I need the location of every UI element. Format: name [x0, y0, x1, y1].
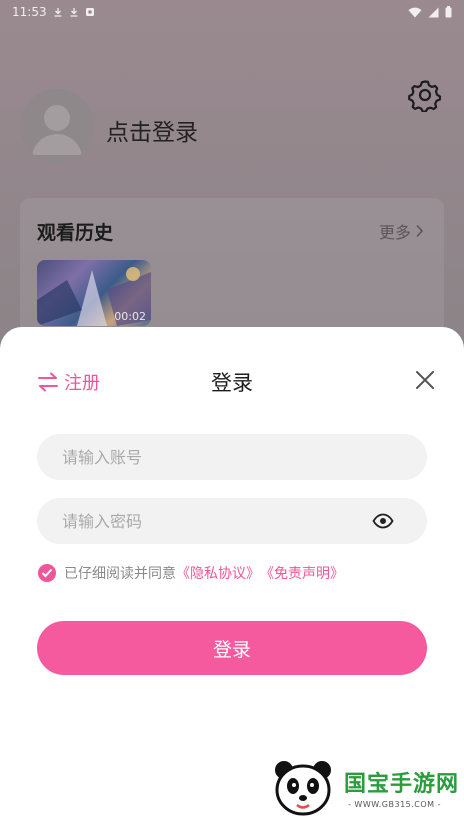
account-field[interactable]: [37, 434, 427, 480]
eye-icon[interactable]: [372, 511, 394, 531]
agreement-text: 已仔细阅读并同意: [64, 566, 176, 582]
close-icon[interactable]: [414, 369, 436, 391]
chevron-right-icon: [416, 224, 424, 238]
privacy-policy-link[interactable]: 《隐私协议》: [176, 563, 260, 583]
user-placeholder-icon: [32, 105, 82, 155]
history-title: 观看历史: [37, 222, 114, 244]
download-icon: [54, 8, 62, 17]
account-input[interactable]: [62, 447, 362, 467]
gear-icon[interactable]: [408, 78, 442, 112]
history-more-link[interactable]: 更多: [379, 219, 424, 243]
signal-icon: [428, 7, 439, 17]
wifi-icon: [408, 7, 422, 17]
disclaimer-link[interactable]: 《免责声明》: [260, 563, 344, 583]
watermark: 国宝手游网 - WWW.GB315.COM -: [258, 748, 464, 824]
history-more-label: 更多: [378, 223, 411, 242]
password-field[interactable]: [37, 498, 427, 544]
battery-icon: [445, 6, 452, 18]
avatar[interactable]: [20, 89, 94, 163]
download-icon: [70, 8, 78, 17]
agreement-checkbox[interactable]: [38, 564, 56, 582]
status-left: 11:53: [12, 5, 95, 19]
password-input[interactable]: [62, 511, 362, 531]
panda-logo: [275, 761, 331, 816]
login-prompt[interactable]: 点击登录: [106, 113, 198, 147]
status-bar: 11:53: [0, 0, 464, 24]
login-button[interactable]: 登录: [37, 621, 427, 675]
history-thumbnail[interactable]: 00:02: [37, 260, 151, 326]
agreement-row: 已仔细阅读并同意 《隐私协议》 《免责声明》: [38, 563, 344, 583]
watermark-name: 国宝手游网: [344, 772, 460, 797]
history-item-duration: 00:02: [114, 310, 146, 323]
app-notification-icon: [85, 8, 94, 16]
status-time: 11:53: [12, 5, 47, 19]
sheet-title: 登录: [211, 371, 253, 395]
status-right: [408, 6, 452, 18]
watermark-url: - WWW.GB315.COM -: [348, 800, 441, 809]
checkmark-icon: [41, 568, 53, 578]
